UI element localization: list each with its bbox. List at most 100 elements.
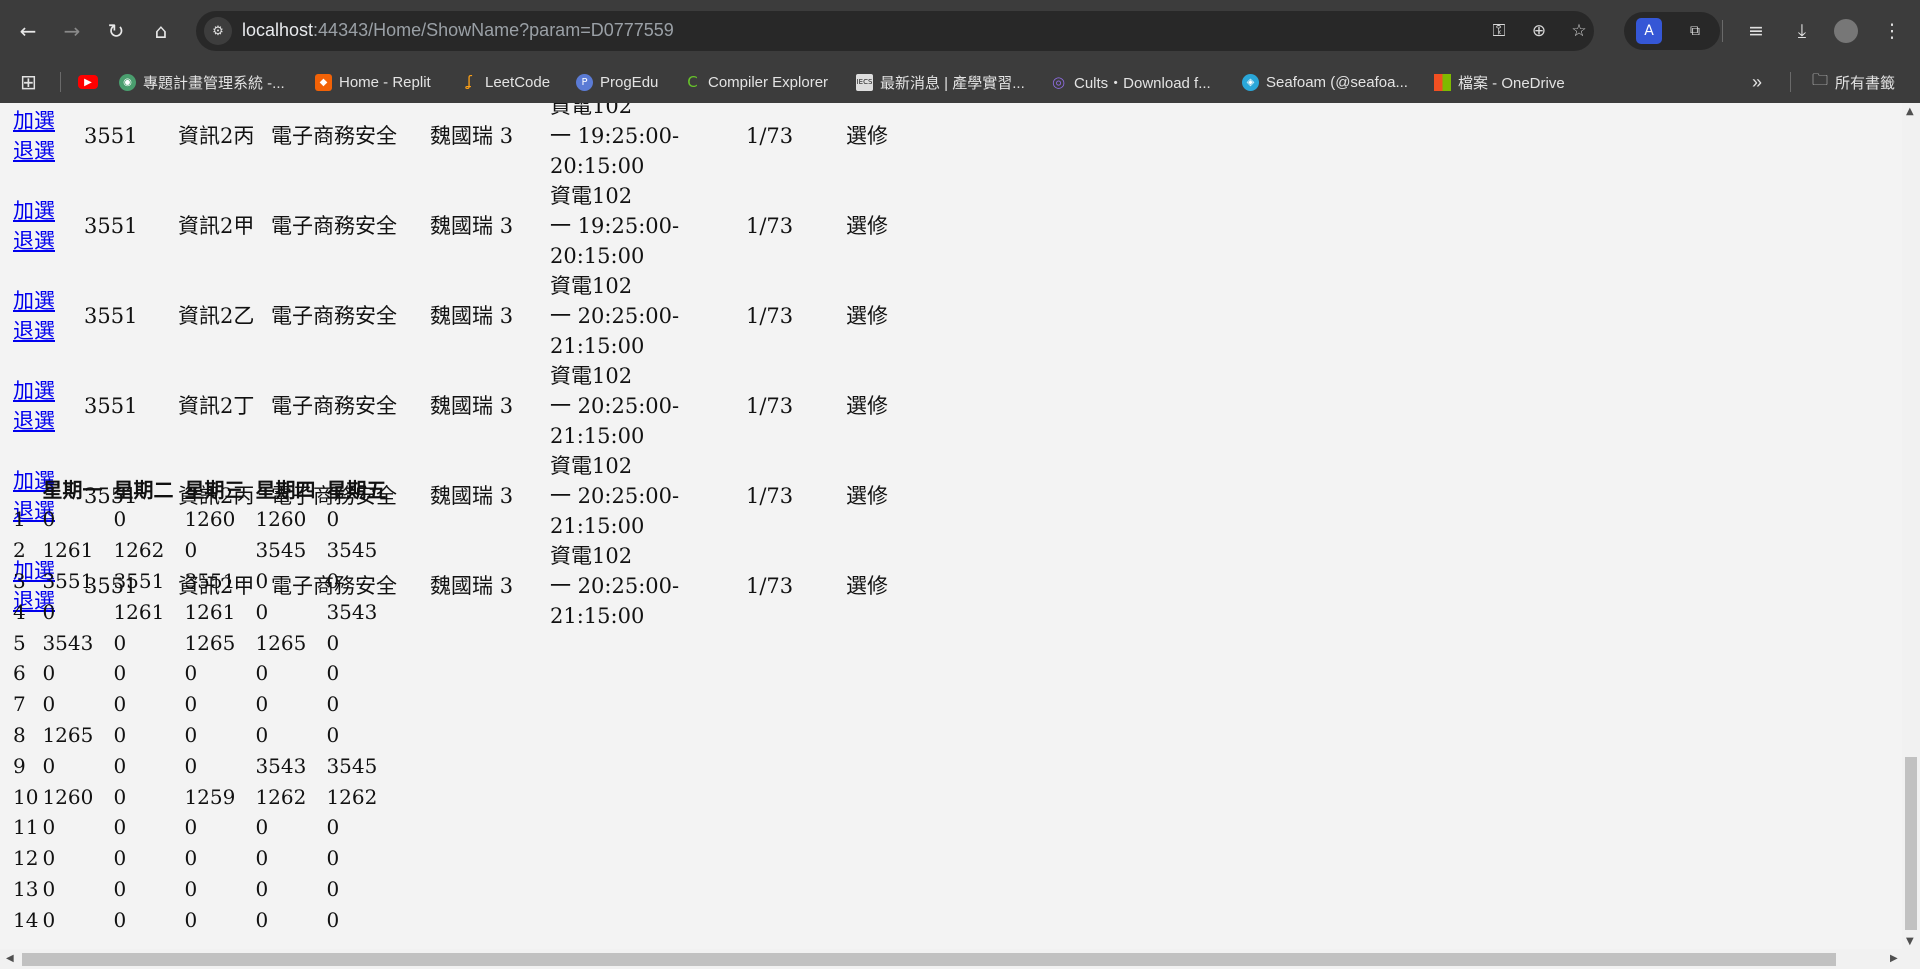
course-time: 一 19:25:00-20:15:00: [550, 214, 680, 268]
drop-course-link[interactable]: 退選: [13, 406, 84, 436]
schedule-cell: 0: [255, 815, 269, 840]
scroll-up-arrow-icon[interactable]: ▲: [1906, 106, 1914, 117]
course-class: 資訊2丙: [178, 124, 255, 148]
download-icon[interactable]: ⤓: [1786, 15, 1818, 47]
bookmark-onedrive[interactable]: 檔案 - OneDrive: [1434, 70, 1565, 94]
schedule-cell: 3545: [326, 753, 378, 778]
schedule-cell: 0: [255, 722, 269, 747]
schedule-cell: 0: [184, 907, 198, 932]
toolbar-divider: [1722, 20, 1723, 42]
course-id: 3551: [84, 394, 138, 418]
schedule-cell: 0: [184, 722, 198, 747]
schedule-cell: 0: [326, 876, 340, 901]
apps-grid-icon[interactable]: ⊞: [20, 70, 37, 94]
progedu-icon: P: [576, 73, 593, 91]
schedule-cell: 0: [42, 907, 56, 932]
bookmark-seafoam[interactable]: ◈ Seafoam (@seafoa...: [1242, 70, 1408, 94]
scroll-right-arrow-icon[interactable]: ▶: [1890, 953, 1898, 964]
zoom-icon[interactable]: ⊕: [1526, 18, 1552, 44]
header-monday: 星期一: [42, 478, 103, 502]
site-info-icon[interactable]: ⚙: [204, 17, 232, 45]
replit-icon: ◆: [315, 73, 332, 91]
course-teacher: 魏國瑞: [430, 574, 493, 598]
course-room-time: 資電102 一 20:25:00-21:15:00: [550, 361, 746, 451]
back-arrow-icon[interactable]: ←: [12, 15, 44, 47]
schedule-cell: 0: [184, 753, 198, 778]
bookmarks-divider: [1790, 72, 1791, 92]
course-class: 資訊2乙: [178, 304, 255, 328]
add-course-link[interactable]: 加選: [13, 196, 84, 226]
course-teacher-credits: 魏國瑞 3: [430, 103, 550, 181]
cults-icon: ◎: [1051, 73, 1066, 91]
bookmark-cults[interactable]: ◎ Cults・Download f...: [1050, 70, 1211, 94]
schedule-cell: 0: [113, 722, 127, 747]
course-teacher: 魏國瑞: [430, 214, 493, 238]
schedule-cell: 0: [184, 661, 198, 686]
period-number: 1: [13, 507, 26, 532]
schedule-cell: 1259: [184, 784, 236, 809]
reload-icon[interactable]: ↻: [100, 15, 132, 47]
translate-icon[interactable]: A: [1636, 18, 1662, 44]
all-bookmarks-folder[interactable]: 🗀 所有書籤: [1812, 70, 1895, 94]
url-text[interactable]: localhost:44343/Home/ShowName?param=D077…: [242, 20, 674, 41]
scroll-left-arrow-icon[interactable]: ◀: [6, 953, 14, 964]
schedule-corner-cell: [13, 473, 40, 504]
period-number: 10: [13, 784, 39, 809]
bookmark-youtube[interactable]: ▶: [78, 70, 98, 94]
schedule-cell: 0: [326, 507, 340, 532]
bookmark-project-system[interactable]: ◉ 專題計畫管理系統 -...: [119, 70, 285, 94]
course-time: 一 19:25:00-20:15:00: [550, 124, 680, 178]
schedule-cell: 0: [255, 692, 269, 717]
bookmark-leetcode[interactable]: ʆ LeetCode: [461, 70, 550, 94]
bookmark-progedu[interactable]: P ProgEdu: [576, 70, 658, 94]
bookmark-compiler-explorer[interactable]: C Compiler Explorer: [684, 70, 828, 94]
vertical-scrollbar-thumb[interactable]: [1905, 757, 1917, 930]
more-bookmarks-chevron-icon[interactable]: »: [1752, 70, 1762, 94]
schedule-header-row: 星期一 星期二 星期三 星期四 星期五: [13, 473, 395, 504]
add-course-link[interactable]: 加選: [13, 286, 84, 316]
add-course-link[interactable]: 加選: [13, 106, 84, 136]
period-number: 2: [13, 538, 26, 563]
course-class: 資訊2甲: [178, 214, 255, 238]
schedule-cell: 1261: [184, 599, 236, 624]
period-number: 14: [13, 907, 39, 932]
home-icon[interactable]: ⌂: [145, 15, 177, 47]
schedule-cell: 0: [42, 753, 56, 778]
course-actions: 加選 退選: [13, 181, 84, 271]
bookmark-replit[interactable]: ◆ Home - Replit: [315, 70, 431, 94]
menu-kebab-icon[interactable]: ⋮: [1876, 15, 1908, 47]
drop-course-link[interactable]: 退選: [13, 316, 84, 346]
bookmark-iecs-news[interactable]: IECS 最新消息 | 產學實習...: [856, 70, 1025, 94]
schedule-cell: 3551: [113, 568, 165, 593]
course-type: 選修: [846, 214, 888, 238]
forward-arrow-icon[interactable]: →: [56, 15, 88, 47]
extensions-group: A ⧉: [1624, 12, 1720, 50]
schedule-cell: 0: [113, 630, 127, 655]
schedule-cell: 0: [326, 568, 340, 593]
password-key-icon[interactable]: ⚿: [1486, 18, 1512, 44]
bookmarks-bar: ⊞ ▶ ◉ 專題計畫管理系統 -... ◆ Home - Replit ʆ LeetC…: [0, 62, 1920, 103]
extensions-puzzle-icon[interactable]: ⧉: [1682, 18, 1708, 44]
profile-avatar-icon[interactable]: [1830, 15, 1862, 47]
horizontal-scrollbar-thumb[interactable]: [22, 953, 1836, 966]
media-queue-icon[interactable]: ≡: [1740, 15, 1772, 47]
schedule-cell: 0: [113, 661, 127, 686]
period-number: 3: [13, 568, 26, 593]
course-name: 電子商務安全: [271, 124, 397, 148]
course-room-time: 資電102 一 20:25:00-21:15:00: [550, 271, 746, 361]
schedule-cell: 0: [184, 815, 198, 840]
schedule-cell: 0: [326, 907, 340, 932]
course-credits: 3: [499, 124, 514, 148]
schedule-row: 700000: [13, 689, 395, 720]
address-bar[interactable]: ⚙ localhost:44343/Home/ShowName?param=D0…: [196, 11, 1594, 51]
drop-course-link[interactable]: 退選: [13, 136, 84, 166]
period-number: 9: [13, 753, 26, 778]
course-teacher-credits: 魏國瑞 3: [430, 271, 550, 361]
schedule-cell: 0: [113, 784, 127, 809]
course-row: 加選 退選 3551 資訊2乙 電子商務安全 魏國瑞 3 資電102 一 20:25:00-2…: [13, 271, 906, 361]
bookmark-star-icon[interactable]: ☆: [1566, 18, 1592, 44]
leetcode-icon: ʆ: [467, 74, 472, 90]
add-course-link[interactable]: 加選: [13, 376, 84, 406]
scroll-down-arrow-icon[interactable]: ▼: [1906, 936, 1914, 947]
drop-course-link[interactable]: 退選: [13, 226, 84, 256]
